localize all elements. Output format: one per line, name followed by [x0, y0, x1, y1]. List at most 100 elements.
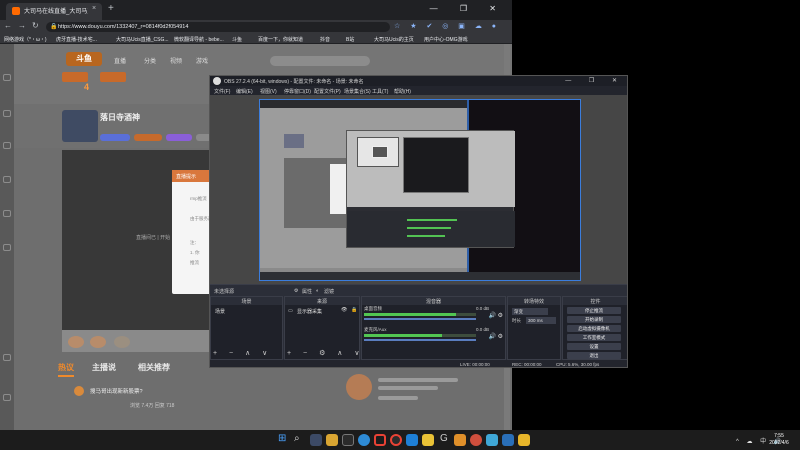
tiktok-icon[interactable]	[342, 434, 354, 446]
scenes-toolbar[interactable]: + − ∧ ∨	[213, 349, 272, 357]
speaker-gear-icon[interactable]: 🔊 ⚙	[488, 333, 503, 340]
exit-button[interactable]: 退出	[567, 352, 621, 359]
site-search-input[interactable]	[270, 56, 370, 66]
sidebar-icon[interactable]	[3, 394, 11, 401]
app-g-icon[interactable]: G	[440, 433, 448, 444]
menu-view[interactable]: 视图(V)	[260, 88, 277, 95]
chrome-icon[interactable]	[390, 434, 402, 446]
visibility-icon[interactable]: 👁	[341, 307, 347, 313]
tag-pill[interactable]	[134, 134, 162, 141]
menu-tools[interactable]: 工具(T)	[372, 88, 388, 95]
duration-field[interactable]: 300 ms	[526, 317, 556, 324]
menu-scene-collection[interactable]: 场景集合(S)	[344, 88, 371, 95]
studio-mode-button[interactable]: 工作室模式	[567, 334, 621, 341]
extension-icons[interactable]: ☆ ★ ✔ ◎ ▣ ☁ ●	[394, 22, 500, 30]
menu-docks[interactable]: 停靠窗口(D)	[284, 88, 311, 95]
streamer-name[interactable]: 落日寺酒神	[100, 112, 140, 123]
bookmark-item[interactable]: 用户中心-OMG游戏	[424, 36, 468, 43]
lock-icon[interactable]: 🔒	[351, 307, 357, 313]
menu-edit[interactable]: 编辑(E)	[236, 88, 253, 95]
filter-icon[interactable]: ◐	[316, 288, 319, 294]
edge-icon[interactable]	[358, 434, 370, 446]
url-field[interactable]: 🔒 https://www.douyu.com/1332407_r=0814f0…	[46, 22, 390, 32]
tab-streamer-says[interactable]: 主播说	[92, 362, 116, 373]
obs-preview[interactable]	[259, 99, 581, 281]
bookmark-item[interactable]: 百度一下，你就知道	[258, 36, 303, 43]
forward-icon[interactable]: →	[18, 21, 26, 30]
nav-item[interactable]: 游戏	[196, 56, 208, 65]
nav-item[interactable]: 直播	[114, 56, 126, 65]
app-icon[interactable]	[486, 434, 498, 446]
recommend-user[interactable]	[346, 374, 496, 414]
app-check-icon[interactable]	[406, 434, 418, 446]
site-logo[interactable]: 斗鱼	[66, 52, 102, 66]
sources-toolbar[interactable]: + − ⚙ ∧ ∨	[287, 349, 364, 357]
nav-item[interactable]: 分类	[144, 56, 156, 65]
volume-slider[interactable]	[364, 339, 476, 341]
app-icon[interactable]	[454, 434, 466, 446]
window-controls[interactable]: — ❐ ✕	[430, 4, 506, 13]
properties-button[interactable]: 属性	[302, 288, 312, 295]
menu-profile[interactable]: 配置文件(P)	[314, 88, 341, 95]
start-recording-button[interactable]: 开始录制	[567, 316, 621, 323]
notes-icon[interactable]	[422, 434, 434, 446]
sidebar-icon[interactable]	[3, 110, 11, 117]
new-tab-button[interactable]: +	[108, 3, 114, 14]
gift-icon[interactable]	[114, 336, 130, 348]
nav-item[interactable]: 视频	[170, 56, 182, 65]
app-icon[interactable]	[470, 434, 482, 446]
start-icon[interactable]: ⊞	[278, 433, 286, 444]
speaker-gear-icon[interactable]: 🔊 ⚙	[488, 312, 503, 319]
sidebar-icon[interactable]	[3, 142, 11, 149]
bookmark-item[interactable]: 大司马Ucis的主页	[374, 36, 414, 43]
settings-button[interactable]: 设置	[567, 343, 621, 350]
tag-pill[interactable]	[100, 134, 130, 141]
reload-icon[interactable]: ↻	[32, 21, 39, 30]
gift-icon[interactable]	[90, 336, 106, 348]
bookmark-item[interactable]: 虎牙直播-技术宅...	[56, 36, 97, 43]
bookmark-item[interactable]: 大司马Ucis直播_CSG...	[116, 36, 169, 43]
search-icon[interactable]: ⌕	[294, 433, 300, 444]
app-icon[interactable]	[518, 434, 530, 446]
gear-icon[interactable]: ⚙	[294, 288, 298, 294]
volume-slider[interactable]	[364, 318, 476, 320]
menu-file[interactable]: 文件(F)	[214, 88, 230, 95]
task-view-icon[interactable]	[310, 434, 322, 446]
bookmark-item[interactable]: B站	[346, 36, 354, 43]
source-item[interactable]: 显示器采集	[297, 308, 322, 315]
sidebar-icon[interactable]	[3, 176, 11, 183]
gift-icon[interactable]	[68, 336, 84, 348]
transition-select[interactable]: 渐变	[512, 308, 548, 315]
bookmark-item[interactable]: 网络游戏（*・ω・)	[4, 36, 47, 43]
tag-pill[interactable]	[166, 134, 192, 141]
avatar[interactable]	[346, 374, 372, 400]
sidebar-icon[interactable]	[3, 74, 11, 81]
scene-item[interactable]: 场景	[215, 308, 225, 315]
filters-button[interactable]: 滤镜	[324, 288, 334, 295]
audio-mixer-dock: 混音器 桌面音频 0.0 dB 🔊 ⚙ 麦克风/Aux 0.0 dB 🔊 ⚙	[361, 296, 506, 360]
sidebar-icon[interactable]	[3, 210, 11, 217]
header-badge[interactable]	[100, 72, 126, 82]
browser-tab[interactable]: 大司马在线直播_大司马直播_斗鱼直播 ×	[6, 3, 102, 20]
bookmark-item[interactable]: 斗鱼	[232, 36, 242, 43]
header-badge[interactable]	[62, 72, 88, 82]
stop-streaming-button[interactable]: 停止推流	[567, 307, 621, 314]
clock[interactable]: 7:55 2022/4/6	[762, 433, 796, 447]
back-icon[interactable]: ←	[4, 21, 12, 30]
feed-title[interactable]: 搜马哥出现新新股票?	[90, 387, 143, 395]
sidebar-icon[interactable]	[3, 354, 11, 361]
file-explorer-icon[interactable]	[326, 434, 338, 446]
start-virtual-camera-button[interactable]: 启动虚拟摄像机	[567, 325, 621, 332]
obs-window-controls[interactable]: — ❐ ✕	[565, 77, 625, 84]
tab-related[interactable]: 相关推荐	[138, 362, 170, 373]
bookmark-item[interactable]: 微软翻译导航 - bebe...	[174, 36, 224, 43]
feed-item[interactable]: 搜马哥出现新新股票?	[62, 382, 342, 402]
tab-close-icon[interactable]: ×	[92, 5, 96, 12]
bookmark-item[interactable]: 抖音	[320, 36, 330, 43]
streamer-avatar[interactable]	[62, 110, 98, 142]
steam-icon[interactable]	[502, 434, 514, 446]
obs-app-icon[interactable]	[374, 434, 386, 446]
tab-hot[interactable]: 热议	[58, 362, 74, 373]
sidebar-icon[interactable]	[3, 244, 11, 251]
menu-help[interactable]: 帮助(H)	[394, 88, 411, 95]
